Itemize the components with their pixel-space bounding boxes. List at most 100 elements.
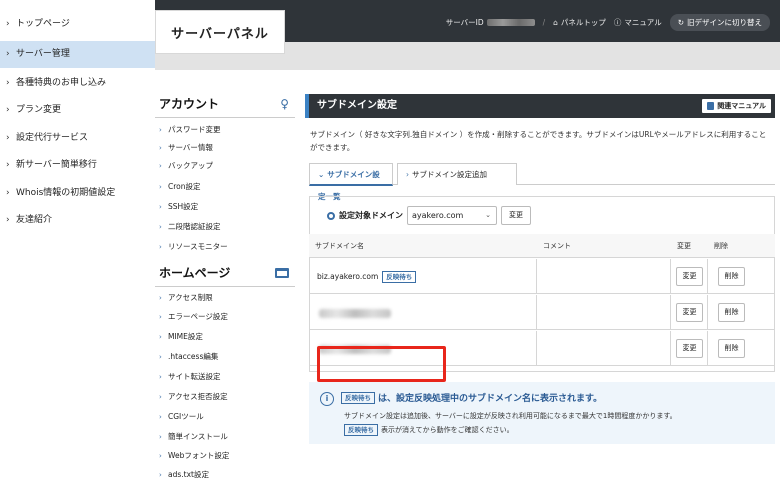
sidebar-item-label: パスワード変更 <box>168 125 221 134</box>
comment-cell <box>537 331 671 366</box>
page-title-bar: サブドメイン設定 関連マニュアル <box>305 94 775 118</box>
outer-menu-item-top[interactable]: › トップページ <box>0 11 155 38</box>
server-id-redacted <box>486 19 535 26</box>
chevron-right-icon: › <box>159 126 162 134</box>
manual-link[interactable]: ⓘ マニュアル <box>614 17 662 28</box>
row-change-button[interactable]: 変更 <box>676 303 703 322</box>
outer-menu-item-migration[interactable]: › 新サーバー簡単移行 <box>0 152 155 179</box>
subdomain-cell <box>309 295 537 330</box>
outer-menu-item-server[interactable]: › サーバー管理 <box>0 41 155 68</box>
tab-label: サブドメイン設定追加 <box>412 170 487 179</box>
row-change-button[interactable]: 変更 <box>676 339 703 358</box>
sidebar-item-label: CGIツール <box>168 412 204 421</box>
panel-logo[interactable]: サーバーパネル <box>155 10 285 54</box>
panel-top-label: パネルトップ <box>560 17 606 27</box>
chevron-right-icon: › <box>159 183 162 191</box>
sidebar-item-label: MIME設定 <box>168 332 203 341</box>
sidebar-item-ads-txt[interactable]: › ads.txt設定 <box>155 466 295 479</box>
tab-subdomain-add[interactable]: › サブドメイン設定追加 <box>397 163 517 185</box>
sidebar-item-access-restriction[interactable]: › アクセス制限 <box>155 289 295 307</box>
sidebar-item-server-info[interactable]: › サーバー情報 <box>155 139 295 157</box>
pending-badge: 反映待ち <box>344 424 378 436</box>
chevron-right-icon: › <box>6 215 10 225</box>
sidebar-item-label: 簡単インストール <box>168 432 228 441</box>
target-domain-value: ayakero.com <box>412 211 464 220</box>
outer-menu-label: 設定代行サービス <box>16 133 89 143</box>
chevron-right-icon: › <box>159 162 162 170</box>
target-domain-select[interactable]: ayakero.com ⌄ <box>407 206 497 225</box>
table-header-change: 変更 <box>671 234 708 258</box>
sub-sidebar: アカウント ♀ › パスワード変更 › サーバー情報 › バックアップ › Cron設定… <box>155 90 295 479</box>
sidebar-item-ssh[interactable]: › SSH設定 <box>155 198 295 216</box>
sidebar-item-htaccess[interactable]: › .htaccess編集 <box>155 348 295 366</box>
outer-menu-item-whois[interactable]: › Whois情報の初期値設定 <box>0 180 155 207</box>
chevron-right-icon: › <box>159 203 162 211</box>
outer-menu-label: トップページ <box>16 19 70 29</box>
info-line-2-text: 表示が消えてから動作をご確認ください。 <box>381 426 514 434</box>
sidebar-item-backup[interactable]: › バックアップ <box>155 157 295 175</box>
sidebar-item-label: SSH設定 <box>168 202 199 211</box>
sidebar-item-2fa[interactable]: › 二段階認証設定 <box>155 218 295 236</box>
header-separator: / <box>542 17 546 27</box>
header: サーバーパネル サーバーID / ⌂ パネルトップ ⓘ マニュアル ↻ 旧デザインに切… <box>155 0 780 70</box>
chevron-right-icon: › <box>6 78 10 88</box>
tab-bar: ⌄ サブドメイン設定一覧 › サブドメイン設定追加 <box>309 163 775 201</box>
sidebar-item-resource-monitor[interactable]: › リソースモニター <box>155 238 295 256</box>
chevron-right-icon: › <box>159 373 162 381</box>
comment-cell <box>537 295 671 330</box>
related-manual-button[interactable]: 関連マニュアル <box>702 99 771 113</box>
subdomain-cell: biz.ayakero.com 反映待ち <box>309 259 537 294</box>
info-icon: i <box>320 392 334 406</box>
sidebar-item-cron[interactable]: › Cron設定 <box>155 178 295 196</box>
sidebar-item-label: ads.txt設定 <box>168 470 209 479</box>
delete-cell: 削除 <box>708 331 775 366</box>
monitor-icon <box>275 267 289 278</box>
outer-menu-item-referral[interactable]: › 友達紹介 <box>0 207 155 234</box>
sidebar-item-password[interactable]: › パスワード変更 <box>155 121 295 139</box>
row-delete-button[interactable]: 削除 <box>718 267 745 286</box>
book-icon <box>707 102 715 110</box>
panel-top-link[interactable]: ⌂ パネルトップ <box>553 17 606 28</box>
outer-menu: › トップページ › サーバー管理 › 各種特典のお申し込み › プラン変更 › 設定代行… <box>0 0 155 479</box>
chevron-down-icon: ⌄ <box>485 211 491 219</box>
row-delete-button[interactable]: 削除 <box>718 303 745 322</box>
chevron-right-icon: › <box>159 393 162 401</box>
manual-label: マニュアル <box>624 17 662 27</box>
sidebar-item-easy-install[interactable]: › 簡単インストール <box>155 428 295 446</box>
sidebar-item-site-redirect[interactable]: › サイト転送設定 <box>155 368 295 386</box>
sidebar-item-label: アクセス制限 <box>168 293 213 302</box>
sidebar-item-error-page[interactable]: › エラーページ設定 <box>155 308 295 326</box>
chevron-right-icon: › <box>159 333 162 341</box>
old-design-button[interactable]: ↻ 旧デザインに切り替え <box>669 13 770 31</box>
chevron-right-icon: › <box>159 413 162 421</box>
related-manual-label: 関連マニュアル <box>717 102 766 110</box>
sidebar-item-mime[interactable]: › MIME設定 <box>155 328 295 346</box>
chevron-right-icon: › <box>6 19 10 29</box>
table-row: biz.ayakero.com 反映待ち 変更 削除 <box>309 259 775 294</box>
sidebar-item-label: サイト転送設定 <box>168 372 221 381</box>
server-id: サーバーID <box>446 17 535 28</box>
outer-menu-item-benefits[interactable]: › 各種特典のお申し込み <box>0 70 155 97</box>
radio-icon <box>327 211 335 220</box>
outer-menu-item-plan[interactable]: › プラン変更 <box>0 97 155 124</box>
chevron-right-icon: › <box>6 133 10 143</box>
row-delete-button[interactable]: 削除 <box>718 339 745 358</box>
sidebar-item-label: バックアップ <box>168 161 213 170</box>
chevron-right-icon: › <box>159 433 162 441</box>
target-domain-label: 設定対象ドメイン <box>327 210 403 221</box>
chevron-right-icon: › <box>159 223 162 231</box>
chevron-right-icon: › <box>6 105 10 115</box>
outer-menu-label: 各種特典のお申し込み <box>16 78 107 88</box>
outer-menu-item-service[interactable]: › 設定代行サービス <box>0 125 155 152</box>
sidebar-item-webfont[interactable]: › Webフォント設定 <box>155 447 295 465</box>
domain-change-button[interactable]: 変更 <box>501 206 531 225</box>
tab-subdomain-list[interactable]: ⌄ サブドメイン設定一覧 <box>309 163 393 201</box>
chevron-right-icon: › <box>159 353 162 361</box>
main-content: サブドメイン設定 関連マニュアル サブドメイン（ 好きな文字列.独自ドメイン ）… <box>305 90 775 479</box>
sidebar-item-cgi-tools[interactable]: › CGIツール <box>155 408 295 426</box>
sidebar-item-access-deny[interactable]: › アクセス拒否設定 <box>155 388 295 406</box>
chevron-right-icon: › <box>159 313 162 321</box>
info-line-2: 反映待ち 表示が消えてから動作をご確認ください。 <box>344 424 514 436</box>
target-domain-row: 設定対象ドメイン ayakero.com ⌄ 変更 <box>310 197 774 235</box>
row-change-button[interactable]: 変更 <box>676 267 703 286</box>
